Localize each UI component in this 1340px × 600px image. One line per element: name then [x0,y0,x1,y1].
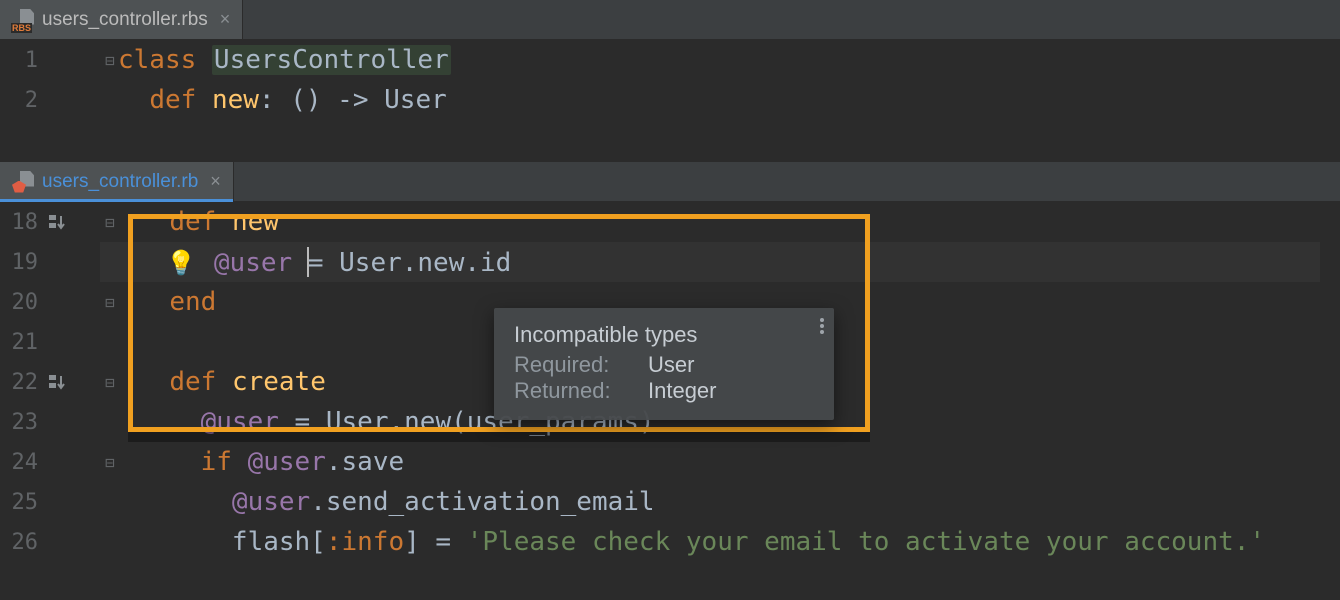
code-content[interactable]: @user.send_activation_email [118,487,655,517]
line-number: 2 [0,88,44,113]
code-token: @user [248,447,326,477]
code-token: @user [214,248,292,278]
type-error-tooltip: Incompatible types Required: User Return… [494,308,834,420]
tooltip-returned-label: Returned: [514,378,634,404]
editor-pane-rbs: users_controller.rbs × 1 ⊟class UsersCont… [0,0,1340,162]
code-token: :info [326,527,404,557]
line-number: 26 [0,530,44,555]
code-line[interactable]: 1 ⊟class UsersController [0,40,1340,80]
code-content[interactable]: 💡 @user = User.new.id [118,247,511,278]
line-number: 23 [0,410,44,435]
code-token: create [232,367,326,397]
code-token: def [149,85,212,115]
code-token: .save [326,447,404,477]
code-token [138,487,232,517]
navigate-down-icon[interactable] [48,213,68,231]
tooltip-required-value: User [648,352,694,378]
code-token [292,248,308,278]
code-token: 'Please check your email to activate you… [467,527,1265,557]
navigate-down-icon[interactable] [48,373,68,391]
tab-filename: users_controller.rbs [42,9,208,31]
code-token: UsersController [212,45,451,75]
gutter-icons [44,373,102,391]
code-token: def [169,207,232,237]
tab-bar-top: users_controller.rbs × [0,0,1340,40]
code-token: end [169,287,216,317]
code-line[interactable]: 24 ⊟ if @user.save [0,442,1340,482]
code-token: new [232,207,279,237]
fold-toggle[interactable]: ⊟ [102,213,118,232]
code-token [138,447,201,477]
tab-filename: users_controller.rb [42,171,198,193]
code-line[interactable]: 26 flash[:info] = 'Please check your ema… [0,522,1340,562]
line-number: 25 [0,490,44,515]
fold-toggle[interactable]: ⊟ [102,453,118,472]
code-token: @user [201,407,279,437]
line-number: 20 [0,290,44,315]
code-content[interactable]: flash[:info] = 'Please check your email … [118,527,1265,557]
tooltip-title: Incompatible types [514,322,814,348]
gutter-icons [44,213,102,231]
line-number: 24 [0,450,44,475]
code-token: .send_activation_email [310,487,654,517]
code-line[interactable]: 18 ⊟ def new [0,202,1340,242]
code-token [118,85,149,115]
editor-pane-rb: users_controller.rb × Incompatible types… [0,162,1340,560]
line-number: 18 [0,210,44,235]
code-token: @user [232,487,310,517]
line-number: 22 [0,370,44,395]
tooltip-required-label: Required: [514,352,634,378]
code-content[interactable]: end [118,287,216,317]
line-number: 1 [0,48,44,73]
rbs-file-icon [12,9,34,31]
code-content[interactable]: class UsersController [118,45,451,75]
tab-rb[interactable]: users_controller.rb × [0,162,234,201]
code-token: : () -> User [259,85,447,115]
line-number: 19 [0,250,44,275]
code-token: flash[ [138,527,326,557]
code-token: class [118,45,212,75]
code-content[interactable]: def new: () -> User [118,85,447,115]
code-token: = User.new.id [308,248,512,278]
code-line[interactable]: 2 def new: () -> User [0,80,1340,120]
close-icon[interactable]: × [210,171,221,192]
fold-toggle[interactable]: ⊟ [102,293,118,312]
code-content[interactable]: def create [118,367,326,397]
code-token [138,287,169,317]
rb-file-icon [12,171,34,193]
fold-toggle[interactable]: ⊟ [102,51,118,70]
code-editor-top[interactable]: 1 ⊟class UsersController 2 def new: () -> … [0,40,1340,120]
code-token: new [212,85,259,115]
code-line[interactable]: 25 @user.send_activation_email [0,482,1340,522]
tab-rbs[interactable]: users_controller.rbs × [0,0,243,39]
intention-bulb-icon[interactable]: 💡 [166,249,196,277]
code-content[interactable]: if @user.save [118,447,404,477]
close-icon[interactable]: × [220,9,231,30]
code-token [138,207,169,237]
code-editor-bottom[interactable]: Incompatible types Required: User Return… [0,202,1340,562]
kebab-menu-icon[interactable] [820,318,824,334]
fold-toggle[interactable]: ⊟ [102,373,118,392]
line-number: 21 [0,330,44,355]
code-token: ] = [404,527,467,557]
code-token: if [201,447,248,477]
code-content[interactable]: def new [118,207,279,237]
tooltip-returned-value: Integer [648,378,717,404]
code-token [138,367,169,397]
tab-bar-bottom: users_controller.rb × [0,162,1340,202]
code-token [138,407,201,437]
code-line[interactable]: 19 💡 @user = User.new.id [0,242,1340,282]
code-token: def [169,367,232,397]
